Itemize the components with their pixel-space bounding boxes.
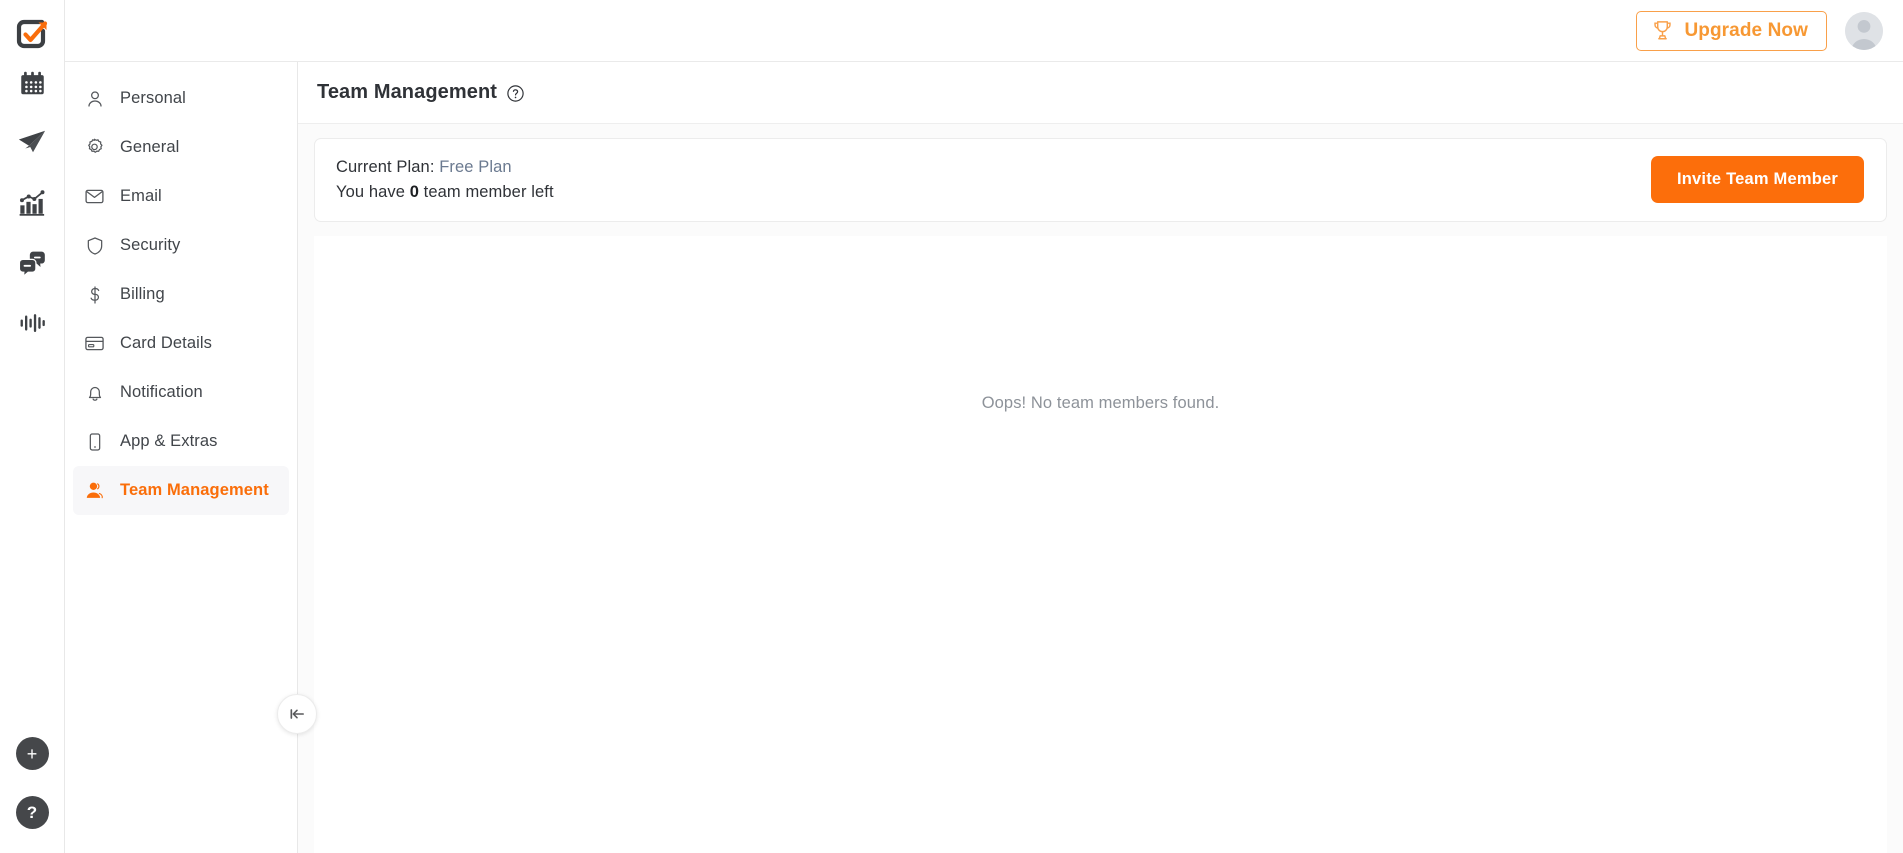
current-plan-value: Free Plan (439, 157, 512, 176)
chat-bubbles-icon (18, 251, 45, 277)
members-left-line: You have 0 team member left (336, 183, 554, 202)
rail-bottom-actions: + ? (0, 737, 64, 829)
icon-rail: + ? (0, 0, 65, 853)
sidebar-item-label: Billing (120, 285, 165, 303)
person-outline-icon (84, 88, 105, 109)
invite-team-member-button[interactable]: Invite Team Member (1650, 156, 1864, 203)
sidebar-item-security[interactable]: Security (73, 221, 289, 270)
sidebar-item-notification[interactable]: Notification (73, 368, 289, 417)
shield-icon (84, 235, 105, 256)
empty-state-message: Oops! No team members found. (981, 394, 1220, 412)
app-root: + ? Upgrade Now Personal General Email S… (0, 0, 1903, 853)
mobile-phone-icon (84, 431, 105, 452)
right-region: Upgrade Now Personal General Email Secur… (65, 0, 1903, 853)
sidebar-item-team-management[interactable]: Team Management (73, 466, 289, 515)
body-region: Personal General Email Security Billing … (65, 62, 1903, 853)
sidebar-item-label: Team Management (120, 481, 269, 499)
members-left-count: 0 (409, 182, 419, 201)
bar-chart-growth-icon (19, 190, 45, 216)
collapse-sidebar-button[interactable] (277, 694, 317, 734)
credit-card-icon (84, 333, 105, 354)
current-plan-card: Current Plan: Free Plan You have 0 team … (314, 138, 1887, 222)
dollar-sign-icon (84, 284, 105, 305)
plan-text-block: Current Plan: Free Plan You have 0 team … (336, 158, 554, 202)
sidebar-item-billing[interactable]: Billing (73, 270, 289, 319)
question-mark-icon[interactable]: ? (15, 796, 49, 829)
current-plan-line: Current Plan: Free Plan (336, 158, 554, 177)
trophy-icon (1654, 21, 1672, 40)
rail-item-activity[interactable] (10, 306, 54, 340)
sidebar-item-label: General (120, 138, 180, 156)
gear-icon (84, 137, 105, 158)
settings-nav: Personal General Email Security Billing … (65, 62, 317, 853)
sidebar-item-label: Security (120, 236, 181, 254)
rail-item-campaigns[interactable] (10, 126, 54, 160)
rail-item-messages[interactable] (10, 246, 54, 280)
person-filled-icon (84, 480, 105, 501)
audio-waveform-icon (20, 314, 45, 332)
sidebar-item-label: Notification (120, 383, 203, 401)
rail-item-calendar[interactable] (10, 66, 54, 100)
sidebar-item-general[interactable]: General (73, 123, 289, 172)
team-members-panel: Oops! No team members found. (314, 236, 1887, 853)
page-header: Team Management (298, 62, 1903, 124)
sidebar-item-email[interactable]: Email (73, 172, 289, 221)
sidebar-item-app-extras[interactable]: App & Extras (73, 417, 289, 466)
sidebar-item-label: App & Extras (120, 432, 218, 450)
user-avatar[interactable] (1845, 11, 1883, 50)
current-plan-label: Current Plan: (336, 157, 435, 176)
bell-icon (84, 382, 105, 403)
page-title: Team Management (317, 81, 498, 103)
top-bar: Upgrade Now (65, 0, 1903, 62)
collapse-left-icon (290, 709, 304, 719)
sidebar-item-label: Personal (120, 89, 186, 107)
sidebar-item-personal[interactable]: Personal (73, 74, 289, 123)
calendar-icon (20, 71, 44, 94)
paper-plane-icon (18, 130, 46, 153)
sidebar-item-label: Email (120, 187, 162, 205)
rail-item-analytics[interactable] (10, 186, 54, 220)
app-logo-icon (16, 19, 48, 49)
question-circle-icon[interactable] (506, 84, 525, 103)
sidebar-item-card-details[interactable]: Card Details (73, 319, 289, 368)
plus-icon[interactable]: + (15, 737, 49, 770)
members-left-suffix: team member left (423, 182, 554, 201)
rail-item-list (0, 66, 64, 340)
sidebar-item-label: Card Details (120, 334, 212, 352)
app-logo[interactable] (6, 8, 58, 60)
upgrade-now-button[interactable]: Upgrade Now (1636, 10, 1827, 51)
avatar-placeholder-icon (1845, 11, 1883, 50)
content-area: Current Plan: Free Plan You have 0 team … (298, 124, 1903, 853)
content-column: Team Management Current Plan: Free Plan … (298, 62, 1903, 853)
upgrade-now-label: Upgrade Now (1684, 19, 1808, 41)
members-left-prefix: You have (336, 182, 406, 201)
envelope-icon (84, 186, 105, 207)
